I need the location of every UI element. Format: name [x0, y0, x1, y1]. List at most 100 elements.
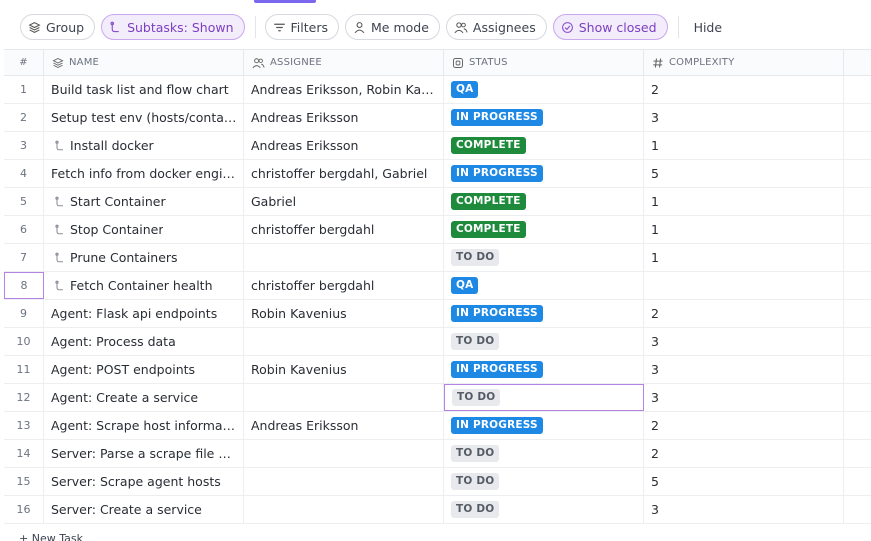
row-number[interactable]: 9 — [4, 300, 44, 327]
status-cell[interactable]: TO DO — [444, 440, 644, 467]
row-number[interactable]: 15 — [4, 468, 44, 495]
status-cell[interactable]: IN PROGRESS — [444, 356, 644, 383]
table-row[interactable]: 13 Agent: Scrape host information Andreas … — [4, 412, 871, 440]
assignee-cell[interactable]: Andreas Eriksson — [244, 132, 444, 159]
status-cell[interactable]: TO DO — [444, 244, 644, 271]
complexity-cell[interactable]: 2 — [644, 412, 844, 439]
status-cell[interactable]: TO DO — [444, 496, 644, 523]
task-name-cell[interactable]: Prune Containers — [44, 244, 244, 271]
task-name[interactable]: Fetch info from docker engine — [51, 166, 237, 181]
status-cell[interactable]: IN PROGRESS — [444, 412, 644, 439]
complexity-cell[interactable]: 1 — [644, 188, 844, 215]
row-number[interactable]: 4 — [4, 160, 44, 187]
column-header-complexity[interactable]: COMPLEXITY — [644, 50, 844, 75]
status-cell[interactable]: TO DO — [444, 384, 644, 411]
complexity-cell[interactable]: 1 — [644, 132, 844, 159]
assignee-cell[interactable]: Robin Kavenius — [244, 356, 444, 383]
task-name-cell[interactable]: Fetch info from docker engine — [44, 160, 244, 187]
assignee-cell[interactable] — [244, 496, 444, 523]
status-badge[interactable]: QA — [451, 81, 479, 98]
task-name-cell[interactable]: Fetch Container health — [44, 272, 244, 299]
complexity-cell[interactable]: 3 — [644, 328, 844, 355]
table-row[interactable]: 4 Fetch info from docker engine christoffe… — [4, 160, 871, 188]
task-name-cell[interactable]: Install docker — [44, 132, 244, 159]
status-badge[interactable]: IN PROGRESS — [451, 109, 543, 126]
status-badge[interactable]: TO DO — [452, 389, 501, 406]
row-number[interactable]: 5 — [4, 188, 44, 215]
task-name-cell[interactable]: Agent: Scrape host information — [44, 412, 244, 439]
assignee-cell[interactable]: Andreas Eriksson — [244, 412, 444, 439]
task-name-cell[interactable]: Agent: Process data — [44, 328, 244, 355]
assignees-button[interactable]: Assignees — [445, 14, 547, 40]
table-row[interactable]: 14 Server: Parse a scrape file wit… TO DO 2 — [4, 440, 871, 468]
status-cell[interactable]: IN PROGRESS — [444, 160, 644, 187]
table-row[interactable]: 1 Build task list and flow chart Andreas E… — [4, 76, 871, 104]
task-name-cell[interactable]: Setup test env (hosts/containe… — [44, 104, 244, 131]
row-number[interactable]: 12 — [4, 384, 44, 411]
task-name[interactable]: Server: Parse a scrape file wit… — [51, 446, 237, 461]
task-name[interactable]: Build task list and flow chart — [51, 82, 229, 97]
complexity-cell[interactable]: 2 — [644, 76, 844, 103]
assignee-cell[interactable]: christoffer bergdahl — [244, 272, 444, 299]
row-number[interactable]: 14 — [4, 440, 44, 467]
status-cell[interactable]: COMPLETE — [444, 216, 644, 243]
assignee-cell[interactable]: christoffer bergdahl, Gabriel — [244, 160, 444, 187]
status-cell[interactable]: TO DO — [444, 328, 644, 355]
assignee-cell[interactable] — [244, 244, 444, 271]
assignee-cell[interactable] — [244, 384, 444, 411]
status-cell[interactable]: COMPLETE — [444, 132, 644, 159]
status-badge[interactable]: IN PROGRESS — [451, 305, 543, 322]
me-mode-button[interactable]: Me mode — [345, 14, 440, 40]
status-badge[interactable]: QA — [451, 277, 479, 294]
complexity-cell[interactable]: 1 — [644, 216, 844, 243]
status-badge[interactable]: TO DO — [451, 473, 500, 490]
hide-button[interactable]: Hide — [688, 20, 729, 35]
assignee-cell[interactable]: Andreas Eriksson — [244, 104, 444, 131]
status-cell[interactable]: COMPLETE — [444, 188, 644, 215]
status-badge[interactable]: TO DO — [451, 249, 500, 266]
table-row[interactable]: 16 Server: Create a service TO DO 3 — [4, 496, 871, 524]
task-name[interactable]: Stop Container — [70, 222, 163, 237]
status-badge[interactable]: TO DO — [451, 501, 500, 518]
complexity-cell[interactable]: 5 — [644, 468, 844, 495]
task-name-cell[interactable]: Stop Container — [44, 216, 244, 243]
task-name[interactable]: Start Container — [70, 194, 166, 209]
assignee-cell[interactable]: Andreas Eriksson, Robin Kave… — [244, 76, 444, 103]
complexity-cell[interactable]: 3 — [644, 384, 844, 411]
row-number[interactable]: 8 — [4, 272, 44, 299]
task-name[interactable]: Server: Scrape agent hosts — [51, 474, 221, 489]
complexity-cell[interactable]: 5 — [644, 160, 844, 187]
task-name[interactable]: Agent: POST endpoints — [51, 362, 195, 377]
complexity-cell[interactable]: 3 — [644, 356, 844, 383]
task-name-cell[interactable]: Server: Create a service — [44, 496, 244, 523]
task-name[interactable]: Agent: Create a service — [51, 390, 198, 405]
filters-button[interactable]: Filters — [264, 14, 339, 40]
status-cell[interactable]: IN PROGRESS — [444, 300, 644, 327]
task-name[interactable]: Server: Create a service — [51, 502, 202, 517]
status-cell[interactable]: IN PROGRESS — [444, 104, 644, 131]
table-row[interactable]: 15 Server: Scrape agent hosts TO DO 5 — [4, 468, 871, 496]
row-number[interactable]: 7 — [4, 244, 44, 271]
status-cell[interactable]: QA — [444, 76, 644, 103]
status-badge[interactable]: IN PROGRESS — [451, 165, 543, 182]
assignee-cell[interactable]: christoffer bergdahl — [244, 216, 444, 243]
subtasks-toggle[interactable]: Subtasks: Shown — [101, 14, 245, 40]
complexity-cell[interactable] — [644, 272, 844, 299]
status-badge[interactable]: COMPLETE — [451, 221, 526, 238]
status-cell[interactable]: TO DO — [444, 468, 644, 495]
table-row[interactable]: 3 Install docker Andreas Eriksson COMPLETE 1 — [4, 132, 871, 160]
status-badge[interactable]: IN PROGRESS — [451, 417, 543, 434]
row-number[interactable]: 16 — [4, 496, 44, 523]
status-cell[interactable]: QA — [444, 272, 644, 299]
task-name-cell[interactable]: Agent: Create a service — [44, 384, 244, 411]
assignee-cell[interactable]: Gabriel — [244, 188, 444, 215]
task-name[interactable]: Agent: Scrape host information — [51, 418, 237, 433]
task-name-cell[interactable]: Start Container — [44, 188, 244, 215]
complexity-cell[interactable]: 1 — [644, 244, 844, 271]
task-name-cell[interactable]: Agent: Flask api endpoints — [44, 300, 244, 327]
assignee-cell[interactable] — [244, 468, 444, 495]
row-number[interactable]: 10 — [4, 328, 44, 355]
complexity-cell[interactable]: 2 — [644, 440, 844, 467]
complexity-cell[interactable]: 2 — [644, 300, 844, 327]
row-number[interactable]: 13 — [4, 412, 44, 439]
